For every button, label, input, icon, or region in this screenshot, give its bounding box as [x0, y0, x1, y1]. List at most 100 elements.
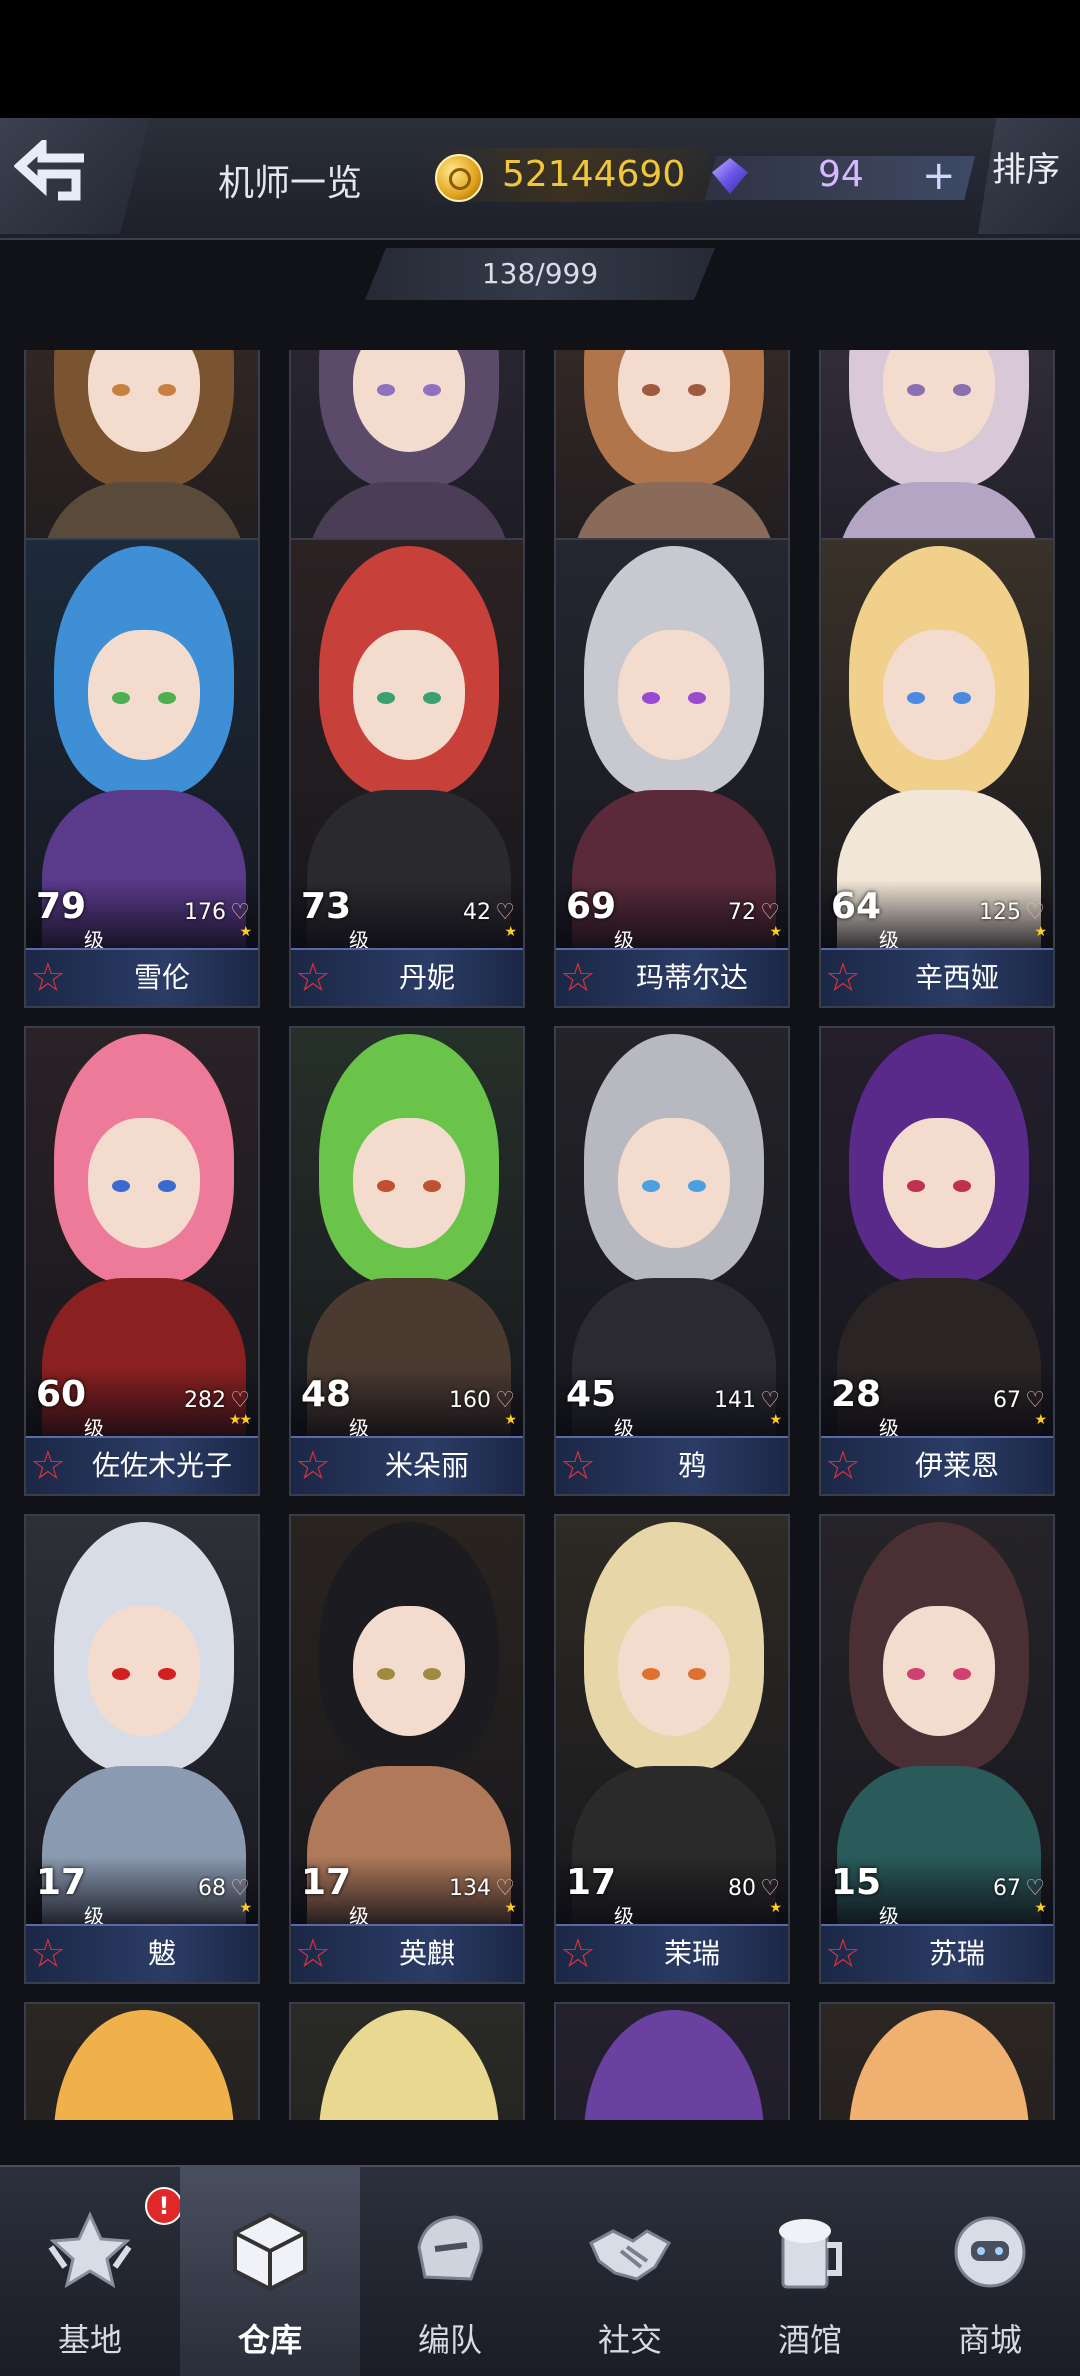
- star-emblem-icon: ☆: [30, 955, 66, 1001]
- pilot-card[interactable]: 69 级 72 ♡ ★ ☆ 玛蒂尔达: [554, 538, 790, 1008]
- pilot-eye: [688, 384, 706, 396]
- page-title: 机师一览: [218, 163, 363, 204]
- pilot-portrait: [26, 2004, 258, 2120]
- pilot-nameplate: ☆ 魃: [26, 1924, 258, 1982]
- pilot-level: 79: [36, 886, 87, 927]
- nav-tab-2[interactable]: 仓库: [180, 2167, 360, 2376]
- nav-label: 酒馆: [777, 2321, 842, 2359]
- star-emblem-icon: ☆: [30, 1931, 66, 1977]
- heart-icon: ♡: [495, 1388, 515, 1413]
- pilot-eye: [423, 1668, 441, 1680]
- pilot-card[interactable]: 60 级 282 ♡ ★★ ☆ 佐佐木光子: [24, 1026, 260, 1496]
- pilot-level: 48: [301, 1374, 352, 1415]
- star-emblem-icon: ☆: [295, 1931, 331, 1977]
- pilot-card[interactable]: 79 级 176 ♡ ★ ☆ 雪伦: [24, 538, 260, 1008]
- pilot-affection: 67: [993, 1876, 1021, 1901]
- pilot-level: 17: [566, 1862, 617, 1903]
- pilot-card[interactable]: 73 级 42 ♡ ★ ☆ 丹妮: [289, 538, 525, 1008]
- pilot-card[interactable]: 48 级 160 ♡ ★ ☆ 米朵丽: [289, 1026, 525, 1496]
- pilot-eye: [642, 1180, 660, 1192]
- pilot-eye: [688, 1180, 706, 1192]
- pilot-face: [618, 1606, 730, 1736]
- pilot-eye: [377, 384, 395, 396]
- star-emblem-icon: ☆: [560, 1931, 596, 1977]
- rank-stars: ★: [504, 1900, 516, 1916]
- pilot-eye: [953, 384, 971, 396]
- pilot-eye: [158, 1668, 176, 1680]
- pilot-affection: 176: [184, 900, 226, 925]
- nav-tab-6[interactable]: 商城: [900, 2167, 1080, 2376]
- pilot-card[interactable]: 17 级 68 ♡ ★ ☆ 魃: [24, 1514, 260, 1984]
- pilot-eye: [377, 692, 395, 704]
- nav-label: 编队: [417, 2321, 482, 2359]
- pilot-card-partial[interactable]: [819, 2002, 1055, 2120]
- pilot-stats: 79 级 176 ♡ ★: [26, 880, 258, 952]
- pilot-card-partial[interactable]: [554, 2002, 790, 2120]
- pilot-eye: [907, 1668, 925, 1680]
- pilot-eye: [642, 384, 660, 396]
- pilot-eye: [423, 692, 441, 704]
- sort-label[interactable]: 排序: [992, 142, 1060, 191]
- shop-robot-icon: [945, 2207, 1035, 2297]
- nav-tab-1[interactable]: 基地!: [0, 2167, 183, 2376]
- pilot-grid[interactable]: 95级428♡★☆神皇85级206♡★★☆翠妮蒂85级395♡★★★☆卡萝尔84…: [0, 350, 1080, 2120]
- pilot-affection: 141: [714, 1388, 756, 1413]
- pilot-affection: 68: [198, 1876, 226, 1901]
- nav-label: 仓库: [237, 2321, 302, 2359]
- pilot-card-partial[interactable]: [289, 2002, 525, 2120]
- pilot-eye: [377, 1668, 395, 1680]
- heart-icon: ♡: [1025, 1876, 1045, 1901]
- pilot-face: [883, 1606, 995, 1736]
- pilot-stats: 69 级 72 ♡ ★: [556, 880, 788, 952]
- heart-icon: ♡: [1025, 900, 1045, 925]
- rank-stars: ★: [769, 924, 781, 940]
- rank-stars: ★: [504, 924, 516, 940]
- pilot-stats: 73 级 42 ♡ ★: [291, 880, 523, 952]
- pilot-hair: [54, 2010, 234, 2120]
- pilot-level: 69: [566, 886, 617, 927]
- pilot-eye: [112, 1668, 130, 1680]
- pilot-stats: 17 级 68 ♡ ★: [26, 1856, 258, 1928]
- heart-icon: ♡: [760, 1388, 780, 1413]
- pilot-name: 苏瑞: [928, 1937, 985, 1970]
- back-button[interactable]: [0, 118, 150, 234]
- nav-tab-5[interactable]: 酒馆: [720, 2167, 900, 2376]
- pilot-hair: [849, 2010, 1029, 2120]
- star-emblem-icon: ☆: [825, 1443, 861, 1489]
- pilot-card[interactable]: 17 级 134 ♡ ★ ☆ 英麒: [289, 1514, 525, 1984]
- nav-tab-3[interactable]: 编队: [360, 2167, 540, 2376]
- gold-coin-icon: [435, 154, 483, 202]
- pilot-nameplate: ☆ 玛蒂尔达: [556, 948, 788, 1006]
- star-emblem-icon: ☆: [825, 1931, 861, 1977]
- pilot-card[interactable]: 64 级 125 ♡ ★ ☆ 辛西娅: [819, 538, 1055, 1008]
- pilot-card-partial[interactable]: [24, 2002, 260, 2120]
- heart-icon: ♡: [230, 1388, 250, 1413]
- pilot-eye: [158, 1180, 176, 1192]
- pilot-card[interactable]: 28 级 67 ♡ ★ ☆ 伊莱恩: [819, 1026, 1055, 1496]
- star-emblem-icon: ☆: [295, 955, 331, 1001]
- gem-amount: 94: [818, 154, 864, 195]
- pilot-stats: 60 级 282 ♡ ★★: [26, 1368, 258, 1440]
- pilot-name: 玛蒂尔达: [635, 961, 748, 994]
- nav-tab-4[interactable]: 社交: [540, 2167, 720, 2376]
- pilot-name: 米朵丽: [384, 1449, 469, 1482]
- base-emblem-icon: [45, 2207, 135, 2297]
- pilot-name: 伊莱恩: [914, 1449, 999, 1482]
- pilot-eye: [112, 1180, 130, 1192]
- add-gems-button[interactable]: +: [922, 156, 956, 196]
- pilot-card[interactable]: 17 级 80 ♡ ★ ☆ 茉瑞: [554, 1514, 790, 1984]
- heart-icon: ♡: [760, 1876, 780, 1901]
- pilot-stats: 15 级 67 ♡ ★: [821, 1856, 1053, 1928]
- pilot-eye: [423, 1180, 441, 1192]
- pilot-eye: [688, 692, 706, 704]
- pilot-portrait: [821, 2004, 1053, 2120]
- pilot-stats: 17 级 80 ♡ ★: [556, 1856, 788, 1928]
- pilot-level: 73: [301, 886, 352, 927]
- pilot-stats: 28 级 67 ♡ ★: [821, 1368, 1053, 1440]
- pilot-name: 雪伦: [133, 961, 190, 994]
- pilot-card[interactable]: 45 级 141 ♡ ★ ☆ 鸦: [554, 1026, 790, 1496]
- pilot-card[interactable]: 15 级 67 ♡ ★ ☆ 苏瑞: [819, 1514, 1055, 1984]
- rank-stars: ★: [239, 1900, 251, 1916]
- pilot-eye: [953, 692, 971, 704]
- pilot-affection: 282: [184, 1388, 226, 1413]
